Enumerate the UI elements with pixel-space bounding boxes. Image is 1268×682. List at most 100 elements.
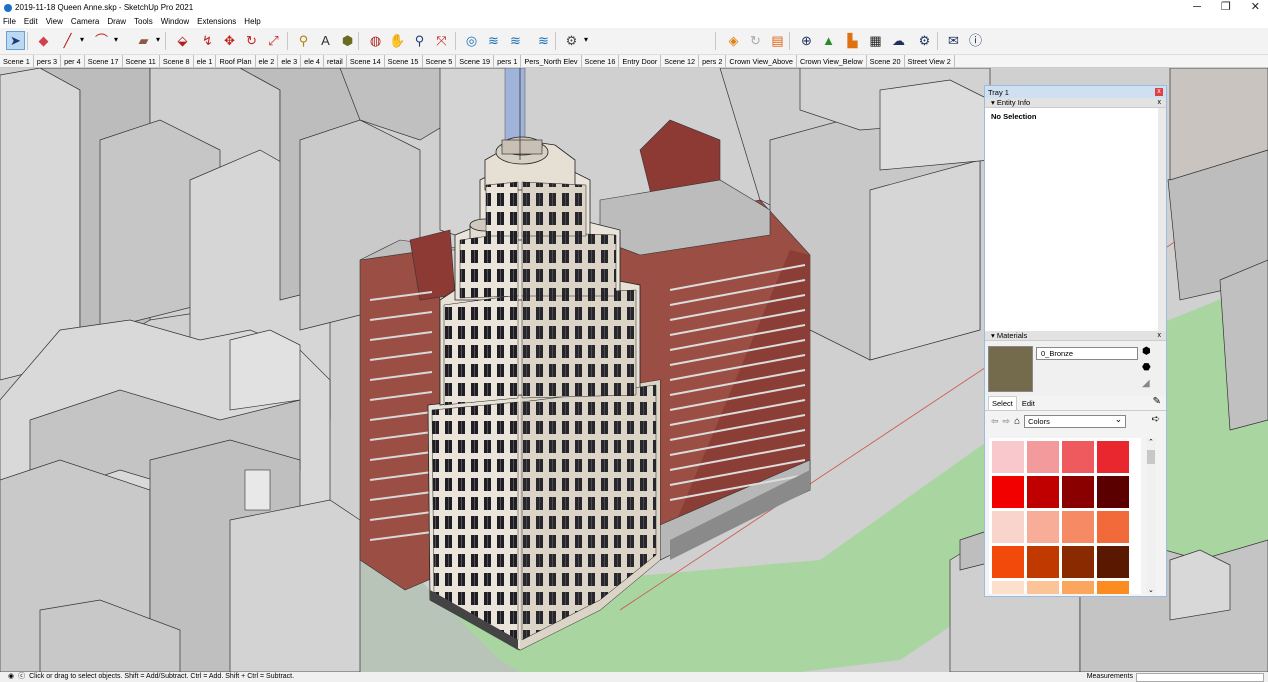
scene-tab[interactable]: Scene 1	[0, 55, 34, 67]
scale-icon[interactable]: ⤢	[264, 31, 283, 50]
arc-icon[interactable]: ⌒	[92, 31, 118, 50]
scroll-thumb[interactable]	[1147, 450, 1155, 464]
scene-tab[interactable]: ele 2	[256, 55, 279, 67]
scene-tab[interactable]: ele 1	[194, 55, 217, 67]
scene-tab[interactable]: ele 3	[278, 55, 302, 67]
menu-tools[interactable]: Tools	[134, 15, 153, 28]
text-icon[interactable]: A	[316, 31, 335, 50]
materials-header[interactable]: ▾ Materials x	[985, 331, 1166, 341]
menu-window[interactable]: Window	[161, 15, 189, 28]
follow-me-icon[interactable]: ↯	[198, 31, 217, 50]
scene-tab[interactable]: per 4	[61, 55, 85, 67]
import-icon[interactable]: ▤	[768, 31, 787, 50]
orbit-icon[interactable]: ◍	[366, 31, 385, 50]
scene-tab[interactable]: Crown View_Below	[797, 55, 867, 67]
scene-tab[interactable]: ele 4	[301, 55, 324, 67]
scene-tab[interactable]: Scene 14	[347, 55, 385, 67]
sample-paint-icon[interactable]: ✎	[1153, 396, 1161, 407]
scene-tab[interactable]: Scene 12	[661, 55, 700, 67]
color-swatch[interactable]	[1027, 581, 1059, 594]
gears-icon[interactable]: ⚙	[915, 31, 934, 50]
color-swatch[interactable]	[1062, 441, 1094, 473]
scene-tab[interactable]: Scene 15	[385, 55, 423, 67]
tab-select[interactable]: Select	[988, 396, 1017, 410]
create-material-icon[interactable]: ⬢	[1142, 347, 1151, 357]
scene-tab[interactable]: Scene 20	[867, 55, 905, 67]
rotate-icon[interactable]: ↻	[242, 31, 261, 50]
layout-icon[interactable]: ▙	[843, 31, 862, 50]
color-swatch[interactable]	[992, 441, 1024, 473]
checker-icon[interactable]: ▦	[866, 31, 885, 50]
minimize-button[interactable]: ─	[1193, 0, 1201, 14]
color-swatch[interactable]	[1062, 476, 1094, 508]
scene-tab[interactable]: Scene 11	[123, 55, 160, 67]
home-icon[interactable]: ⌂	[1014, 416, 1020, 427]
menu-edit[interactable]: Edit	[24, 15, 38, 28]
scene-tab[interactable]: Roof Plan	[216, 55, 256, 67]
info-icon[interactable]: ⓘ	[966, 31, 985, 50]
warehouse-icon[interactable]: ◎	[462, 31, 481, 50]
back-arrow-icon[interactable]: ⇦	[991, 416, 999, 427]
scene-tab[interactable]: Scene 5	[423, 55, 457, 67]
refresh-icon[interactable]: ↻	[746, 31, 765, 50]
details-arrow-icon[interactable]: ➪	[1152, 414, 1160, 425]
menu-extensions[interactable]: Extensions	[197, 15, 236, 28]
scene-tab[interactable]: Scene 8	[160, 55, 194, 67]
layers-icon[interactable]: ≋	[506, 31, 525, 50]
color-swatch[interactable]	[1062, 581, 1094, 594]
menu-file[interactable]: File	[3, 15, 16, 28]
color-swatch[interactable]	[1062, 511, 1094, 543]
select-arrow-icon[interactable]: ➤	[6, 31, 25, 50]
color-swatch[interactable]	[1097, 581, 1129, 594]
sandbox-icon[interactable]: ≋	[484, 31, 503, 50]
scene-tab[interactable]: pers 2	[699, 55, 727, 67]
scene-tab[interactable]: Scene 16	[582, 55, 620, 67]
menu-help[interactable]: Help	[244, 15, 260, 28]
color-swatch[interactable]	[1097, 441, 1129, 473]
measurements-input[interactable]	[1136, 673, 1264, 682]
scene-tab[interactable]: Crown View_Above	[726, 55, 797, 67]
pencil-icon[interactable]: ╱	[58, 31, 84, 50]
color-swatch[interactable]	[1027, 441, 1059, 473]
material-name-field[interactable]: 0_Bronze	[1036, 347, 1138, 360]
tray-close-button[interactable]: x	[1155, 88, 1163, 96]
scene-tab[interactable]: retail	[324, 55, 347, 67]
settings-dropdown-icon[interactable]: ⚙	[562, 31, 588, 50]
scene-tab[interactable]: Scene 17	[85, 55, 123, 67]
scene-tab[interactable]: pers 1	[494, 55, 522, 67]
scene-tab[interactable]: Pers_North Elev	[521, 55, 582, 67]
color-swatch[interactable]	[1027, 476, 1059, 508]
tab-edit[interactable]: Edit	[1018, 397, 1038, 410]
menu-draw[interactable]: Draw	[107, 15, 126, 28]
cloud-upload-icon[interactable]: ☁	[889, 31, 908, 50]
entity-info-header[interactable]: ▾ Entity Info x	[985, 98, 1166, 108]
scroll-down-icon[interactable]: ⌄	[1148, 586, 1154, 594]
close-button[interactable]: ✕	[1251, 0, 1260, 14]
scene-tab[interactable]: pers 3	[34, 55, 62, 67]
tree-icon[interactable]: ▲	[819, 31, 838, 50]
scroll-up-icon[interactable]: ⌃	[1148, 438, 1154, 446]
solar-icon[interactable]: ≋	[534, 31, 553, 50]
rectangle-icon[interactable]: ▰	[134, 31, 161, 50]
menu-camera[interactable]: Camera	[71, 15, 99, 28]
swatch-scrollbar[interactable]: ⌃ ⌄	[1146, 438, 1156, 594]
color-swatch[interactable]	[992, 546, 1024, 578]
mail-icon[interactable]: ✉	[944, 31, 963, 50]
color-swatch[interactable]	[1097, 546, 1129, 578]
color-swatch[interactable]	[1062, 546, 1094, 578]
scene-tab[interactable]: Street View 2	[905, 55, 955, 67]
color-swatch[interactable]	[1097, 511, 1129, 543]
geo-location-icon[interactable]: ◉	[8, 672, 14, 682]
add-circle-icon[interactable]: ⊕	[797, 31, 816, 50]
zoom-extents-icon[interactable]: ⤧	[432, 31, 451, 50]
pan-icon[interactable]: ✋	[388, 31, 407, 50]
paint-default-icon[interactable]: ⬣	[1142, 363, 1151, 373]
maximize-button[interactable]: ❐	[1221, 0, 1231, 14]
credits-icon[interactable]: ⓒ	[18, 672, 25, 682]
zoom-icon[interactable]: ⚲	[410, 31, 429, 50]
move-icon[interactable]: ✥	[220, 31, 239, 50]
scene-tab[interactable]: Scene 19	[456, 55, 495, 67]
color-swatch[interactable]	[992, 511, 1024, 543]
color-swatch[interactable]	[1027, 546, 1059, 578]
tape-measure-icon[interactable]: ⚲	[294, 31, 313, 50]
